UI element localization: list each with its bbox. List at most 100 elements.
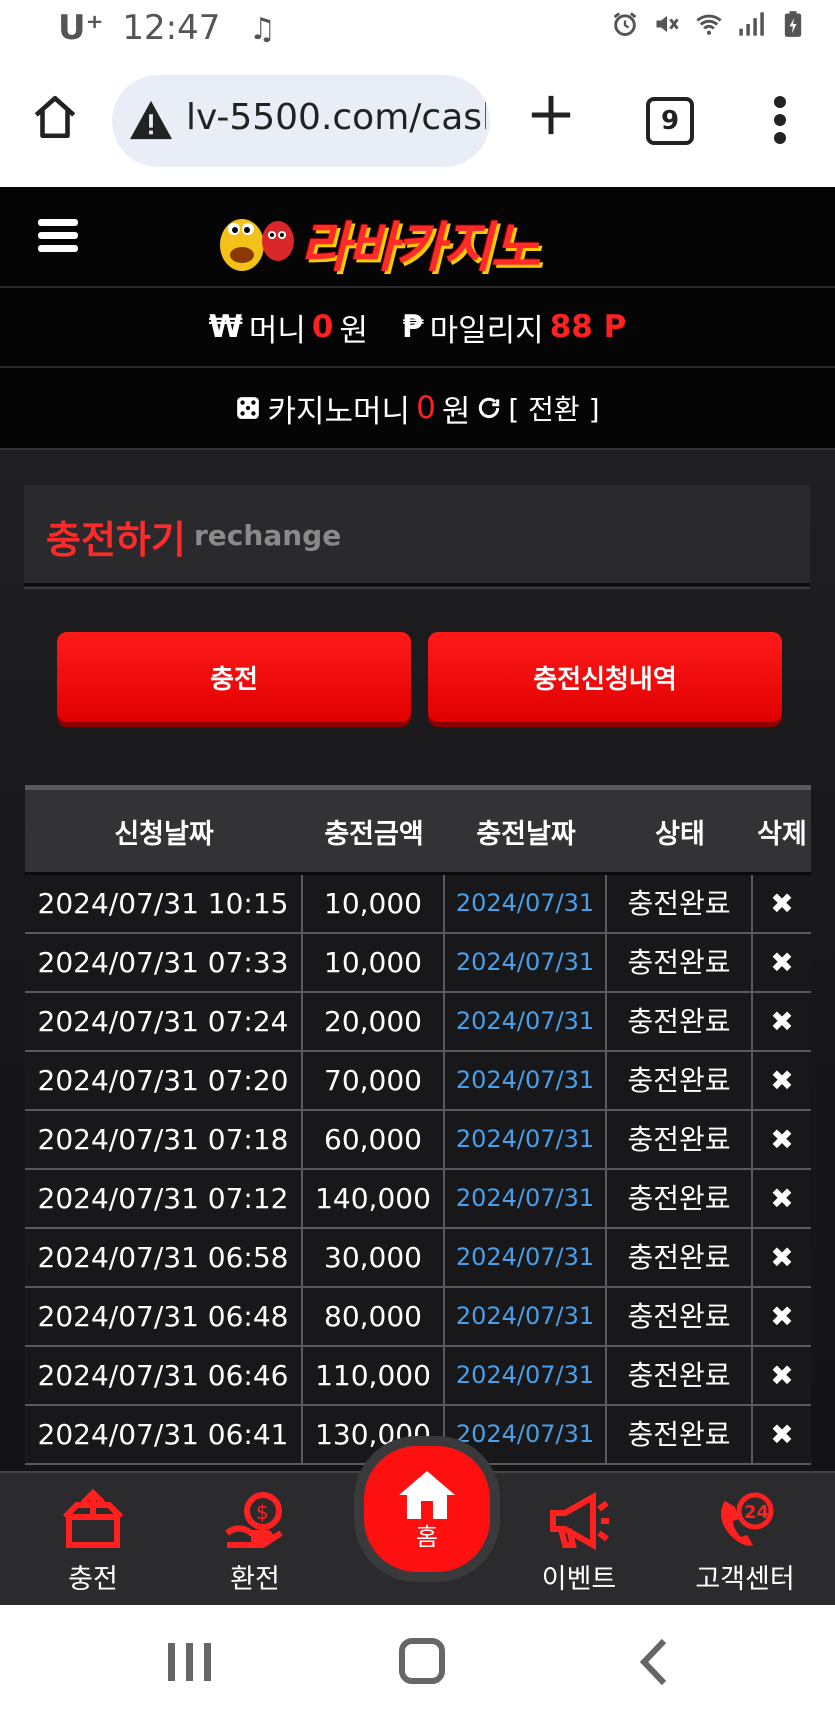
delete-x-icon[interactable]: ✖ bbox=[753, 934, 811, 991]
delete-x-icon[interactable]: ✖ bbox=[753, 1347, 811, 1404]
cell-requested-date: 2024/07/31 07:20 bbox=[25, 1052, 303, 1109]
table-row: 2024/07/31 07:12 140,000 2024/07/31 충전완료 ✖ bbox=[25, 1170, 811, 1229]
support-badge: 24 bbox=[744, 1502, 769, 1523]
recent-apps-icon[interactable] bbox=[160, 1635, 220, 1689]
cell-charged-date[interactable]: 2024/07/31 bbox=[445, 934, 607, 991]
cell-amount: 30,000 bbox=[303, 1229, 445, 1286]
status-bar: U⁺ 12:47 ♫ bbox=[0, 0, 835, 60]
table-body: 2024/07/31 10:15 10,000 2024/07/31 충전완료 ✖ 202… bbox=[25, 872, 811, 1465]
nav-support[interactable]: 24 고객센터 bbox=[680, 1489, 810, 1596]
nav-event-label: 이벤트 bbox=[541, 1564, 617, 1595]
refresh-icon[interactable] bbox=[476, 395, 502, 421]
table-row: 2024/07/31 10:15 10,000 2024/07/31 충전완료 ✖ bbox=[25, 875, 811, 934]
delete-x-icon[interactable]: ✖ bbox=[753, 1170, 811, 1227]
wifi-icon bbox=[696, 14, 722, 35]
cell-requested-date: 2024/07/31 07:33 bbox=[25, 934, 303, 991]
browser-toolbar: lv-5500.com/cash 9 bbox=[0, 60, 835, 186]
nav-exchange[interactable]: $ 환전 bbox=[190, 1489, 320, 1596]
table-row: 2024/07/31 06:46 110,000 2024/07/31 충전완료 ✖ bbox=[25, 1347, 811, 1406]
cell-status: 충전완료 bbox=[607, 1406, 753, 1463]
money-balance-row: ₩ 머니 0 원 ₱ 마일리지 88 P bbox=[0, 288, 835, 368]
page-subtitle: rechange bbox=[194, 519, 342, 552]
page-title-panel: 충전하기 rechange bbox=[24, 485, 810, 586]
casino-money-unit: 원 bbox=[441, 393, 471, 430]
hamburger-menu-icon[interactable] bbox=[38, 219, 78, 255]
cell-status: 충전완료 bbox=[607, 993, 753, 1050]
site-content: 라바카지노 ₩ 머니 0 원 ₱ 마일리지 88 P 카지노머니 0 원 [ 전… bbox=[0, 187, 835, 1471]
home-square-icon[interactable] bbox=[392, 1635, 452, 1689]
cell-status: 충전완료 bbox=[607, 1288, 753, 1345]
address-bar[interactable]: lv-5500.com/cash bbox=[112, 75, 490, 167]
nav-support-label: 고객센터 bbox=[695, 1564, 795, 1595]
table-header: 신청날짜 충전금액 충전날짜 상태 삭제 bbox=[25, 785, 811, 872]
cell-amount: 70,000 bbox=[303, 1052, 445, 1109]
more-vert-icon[interactable] bbox=[768, 96, 792, 144]
nav-event[interactable]: 이벤트 bbox=[514, 1489, 644, 1596]
cell-requested-date: 2024/07/31 06:48 bbox=[25, 1288, 303, 1345]
cell-amount: 10,000 bbox=[303, 934, 445, 991]
header-requested-date: 신청날짜 bbox=[114, 818, 214, 850]
android-navigation-bar bbox=[0, 1605, 835, 1716]
dice-icon bbox=[237, 397, 260, 419]
header-charged-date: 충전날짜 bbox=[476, 818, 576, 850]
delete-x-icon[interactable]: ✖ bbox=[753, 1052, 811, 1109]
site-header: 라바카지노 bbox=[0, 187, 835, 288]
nav-home[interactable]: 홈 bbox=[354, 1436, 500, 1582]
charge-button[interactable]: 충전 bbox=[57, 632, 411, 722]
cell-charged-date[interactable]: 2024/07/31 bbox=[445, 875, 607, 932]
svg-text:$: $ bbox=[256, 1500, 269, 1524]
cell-charged-date[interactable]: 2024/07/31 bbox=[445, 1170, 607, 1227]
cell-amount: 10,000 bbox=[303, 875, 445, 932]
divider bbox=[24, 587, 810, 589]
charge-history-button[interactable]: 충전신청내역 bbox=[428, 632, 782, 722]
home-house-icon bbox=[399, 1470, 455, 1519]
cell-requested-date: 2024/07/31 07:12 bbox=[25, 1170, 303, 1227]
delete-x-icon[interactable]: ✖ bbox=[753, 875, 811, 932]
delete-x-icon[interactable]: ✖ bbox=[753, 1111, 811, 1168]
logo-text: 라바카지노 bbox=[300, 216, 540, 279]
cell-requested-date: 2024/07/31 07:24 bbox=[25, 993, 303, 1050]
megaphone-icon bbox=[550, 1491, 609, 1551]
delete-x-icon[interactable]: ✖ bbox=[753, 1229, 811, 1286]
plus-icon[interactable] bbox=[528, 92, 574, 138]
cell-charged-date[interactable]: 2024/07/31 bbox=[445, 1052, 607, 1109]
cell-status: 충전완료 bbox=[607, 934, 753, 991]
back-icon[interactable] bbox=[626, 1635, 686, 1689]
cell-status: 충전완료 bbox=[607, 1170, 753, 1227]
header-delete: 삭제 bbox=[757, 818, 807, 850]
mileage-value: 88 P bbox=[549, 309, 627, 345]
mileage-label: 마일리지 bbox=[429, 312, 544, 349]
header-amount: 충전금액 bbox=[324, 818, 424, 850]
table-row: 2024/07/31 07:20 70,000 2024/07/31 충전완료 ✖ bbox=[25, 1052, 811, 1111]
cell-amount: 110,000 bbox=[303, 1347, 445, 1404]
cell-requested-date: 2024/07/31 06:46 bbox=[25, 1347, 303, 1404]
carrier-label: U⁺ bbox=[58, 8, 104, 48]
signal-icon bbox=[739, 12, 764, 36]
table-row: 2024/07/31 06:58 30,000 2024/07/31 충전완료 ✖ bbox=[25, 1229, 811, 1288]
convert-button[interactable]: [ 전환 ] bbox=[508, 388, 599, 428]
won-symbol: ₩ bbox=[208, 309, 243, 345]
url-text[interactable]: lv-5500.com/cash bbox=[186, 97, 486, 138]
cell-amount: 60,000 bbox=[303, 1111, 445, 1168]
status-icons bbox=[611, 10, 807, 38]
deposit-box-icon bbox=[62, 1489, 124, 1548]
warning-icon[interactable] bbox=[128, 99, 174, 141]
site-logo[interactable]: 라바카지노 bbox=[212, 197, 622, 279]
nav-charge[interactable]: 충전 bbox=[28, 1489, 158, 1596]
cell-charged-date[interactable]: 2024/07/31 bbox=[445, 1288, 607, 1345]
home-icon[interactable] bbox=[30, 92, 80, 142]
nav-home-label: 홈 bbox=[415, 1522, 439, 1551]
cell-requested-date: 2024/07/31 07:18 bbox=[25, 1111, 303, 1168]
cell-charged-date[interactable]: 2024/07/31 bbox=[445, 993, 607, 1050]
delete-x-icon[interactable]: ✖ bbox=[753, 993, 811, 1050]
larva-mascot-icon bbox=[220, 219, 294, 271]
cell-charged-date[interactable]: 2024/07/31 bbox=[445, 1229, 607, 1286]
tabs-icon[interactable]: 9 bbox=[646, 97, 694, 145]
cell-status: 충전완료 bbox=[607, 1111, 753, 1168]
delete-x-icon[interactable]: ✖ bbox=[753, 1406, 811, 1463]
cell-status: 충전완료 bbox=[607, 1347, 753, 1404]
cell-charged-date[interactable]: 2024/07/31 bbox=[445, 1111, 607, 1168]
delete-x-icon[interactable]: ✖ bbox=[753, 1288, 811, 1345]
cell-charged-date[interactable]: 2024/07/31 bbox=[445, 1347, 607, 1404]
money-value: 0 bbox=[311, 309, 334, 345]
